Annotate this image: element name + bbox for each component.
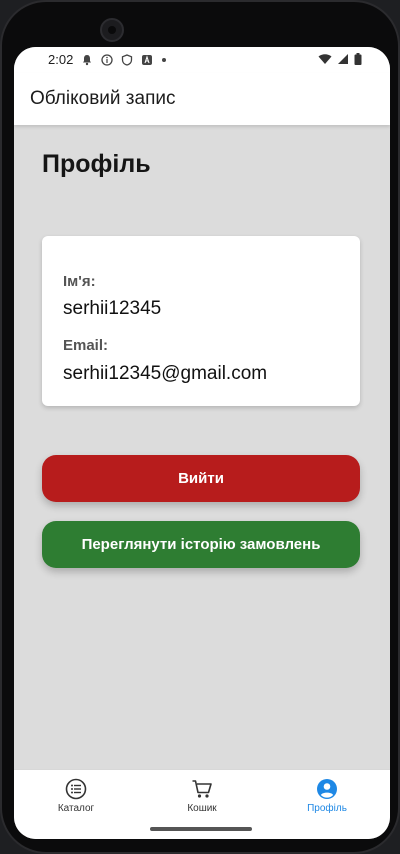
status-time: 2:02 bbox=[48, 52, 74, 67]
wifi-icon bbox=[318, 54, 332, 64]
order-history-button[interactable]: Переглянути історію замовлень bbox=[42, 521, 360, 568]
nav-item-catalog[interactable]: Каталог bbox=[21, 778, 131, 814]
device-frame: 2:02 Обліковий запис Профіль Ім'я: serhi… bbox=[0, 0, 400, 854]
email-value: serhii12345@gmail.com bbox=[63, 363, 268, 384]
info-icon bbox=[101, 53, 113, 66]
dot-icon bbox=[162, 57, 167, 62]
cart-icon bbox=[192, 780, 212, 798]
email-label: Email: bbox=[63, 337, 109, 354]
logout-button[interactable]: Вийти bbox=[42, 455, 360, 502]
account-icon bbox=[317, 779, 337, 799]
nav-label-catalog: Каталог bbox=[57, 803, 95, 814]
list-icon bbox=[65, 778, 87, 800]
nav-label-profile: Профіль bbox=[307, 803, 347, 814]
notification-bell-icon bbox=[83, 54, 92, 65]
app-bar: Обліковий запис bbox=[14, 73, 390, 125]
name-label: Ім'я: bbox=[63, 273, 96, 290]
status-right bbox=[318, 53, 362, 65]
nav-item-profile[interactable]: Профіль bbox=[272, 778, 382, 814]
signal-icon bbox=[338, 54, 348, 64]
battery-icon bbox=[354, 53, 362, 65]
app-a-icon bbox=[142, 54, 153, 65]
app-bar-title: Обліковий запис bbox=[30, 88, 176, 109]
screen: 2:02 Обліковий запис Профіль Ім'я: serhi… bbox=[14, 47, 390, 839]
nav-item-cart[interactable]: Кошик bbox=[147, 778, 257, 814]
nav-label-cart: Кошик bbox=[187, 803, 217, 814]
shield-icon bbox=[122, 53, 133, 66]
page-title: Профіль bbox=[42, 150, 151, 178]
home-indicator[interactable] bbox=[150, 827, 252, 831]
camera-icon bbox=[100, 18, 124, 42]
profile-card: Ім'я: serhii12345 Email: serhii12345@gma… bbox=[42, 236, 360, 406]
name-value: serhii12345 bbox=[63, 298, 162, 319]
status-bar: 2:02 bbox=[14, 47, 390, 73]
status-left: 2:02 bbox=[48, 52, 167, 67]
